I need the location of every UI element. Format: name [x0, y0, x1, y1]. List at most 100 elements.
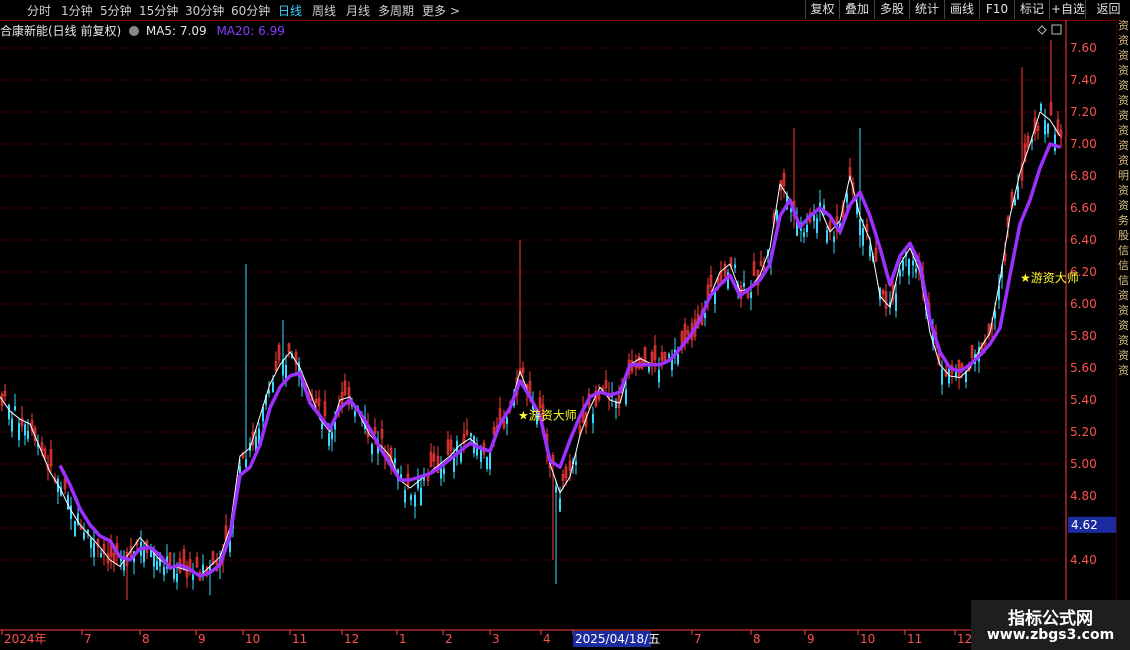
toolbar-button-8[interactable]: 返回 — [1085, 0, 1130, 19]
candle-body — [792, 200, 796, 217]
timeframe-tab-3[interactable]: 15分钟 — [139, 2, 178, 19]
toolbar-button-3[interactable]: 统计 — [909, 0, 944, 19]
candle-body — [756, 270, 760, 286]
candle-body — [192, 574, 194, 580]
candle-body — [706, 284, 710, 300]
candle-body — [835, 216, 839, 232]
x-tick-label: 7 — [694, 632, 702, 646]
sidebar-char: 股 — [1118, 229, 1129, 242]
candle-body — [983, 340, 987, 345]
sidebar-char: 资 — [1118, 304, 1129, 317]
sidebar-char: 资 — [1118, 124, 1129, 137]
sidebar-char: 资 — [1118, 364, 1129, 377]
candle-body — [150, 548, 152, 558]
candle-body — [597, 394, 601, 400]
candle-body — [406, 473, 410, 486]
y-tick-label: 7.20 — [1070, 105, 1097, 119]
timeframe-tab-2[interactable]: 5分钟 — [100, 2, 132, 19]
ma-settings-icon[interactable] — [129, 26, 140, 36]
candle-body — [380, 428, 384, 439]
candle-body — [317, 397, 321, 407]
timeframe-tab-4[interactable]: 30分钟 — [185, 2, 224, 19]
y-tick-label: 6.40 — [1070, 233, 1097, 247]
candle-body — [750, 292, 752, 299]
timeframe-tab-1[interactable]: 1分钟 — [61, 2, 93, 19]
candle-body — [125, 551, 129, 567]
toolbar-button-5[interactable]: F10 — [979, 0, 1014, 19]
candle-body — [394, 458, 396, 464]
candle-body — [307, 392, 311, 397]
candle-body — [944, 370, 948, 377]
candle-body — [265, 395, 267, 405]
candle-body — [57, 478, 59, 492]
candle-body — [480, 447, 482, 462]
candle-body — [456, 440, 458, 456]
timeframe-tab-0[interactable]: 分时 — [27, 2, 51, 19]
candle-body — [272, 382, 274, 393]
timeframe-tab-7[interactable]: 周线 — [312, 2, 336, 19]
candle-body — [40, 442, 44, 451]
toolbar-button-0[interactable]: 复权 — [805, 0, 839, 19]
y-tick-label: 7.40 — [1070, 73, 1097, 87]
candle-body — [1044, 120, 1046, 135]
toolbar-button-7[interactable]: +自选 — [1049, 0, 1086, 19]
candle-body — [79, 525, 83, 530]
toolbar-button-2[interactable]: 多股 — [874, 0, 909, 19]
candle-body — [625, 389, 627, 405]
right-info-sidebar[interactable]: 资资资资资资资资资资明资资务股信信信资资资资资资 — [1116, 20, 1130, 630]
candlestick-chart[interactable]: 7.60 7.40 7.20 7.00 6.80 6.60 6.40 6.20 6.00 5.80… — [0, 0, 1130, 650]
timeframe-tab-6[interactable]: 日线 — [278, 2, 302, 19]
sidebar-char: 资 — [1118, 184, 1129, 197]
candle-body — [841, 204, 845, 217]
candle-body — [166, 556, 168, 569]
toolbar-button-4[interactable]: 画线 — [944, 0, 979, 19]
candle-body — [634, 364, 638, 369]
timeframe-tab-5[interactable]: 60分钟 — [231, 2, 270, 19]
candle-body — [340, 392, 344, 404]
candle-body — [14, 406, 16, 411]
candle-body — [617, 395, 621, 408]
candle-body — [185, 565, 189, 578]
timeframe-tab-8[interactable]: 月线 — [346, 2, 370, 19]
candle-body — [159, 552, 161, 567]
candle-body — [432, 453, 436, 462]
candle-body — [889, 302, 891, 308]
candle-body — [304, 384, 308, 389]
ma20-line — [58, 142, 1061, 578]
window-icon — [1051, 24, 1062, 35]
candle-body — [668, 353, 670, 358]
x-tick-label: 11 — [907, 632, 922, 646]
candle-body — [637, 356, 641, 369]
candle-body — [921, 273, 925, 290]
candle-body — [87, 530, 89, 534]
candle-body — [693, 319, 697, 337]
y-tick-label: 6.60 — [1070, 201, 1097, 215]
candle-body — [714, 291, 716, 305]
candle-body — [163, 566, 165, 576]
candle-body — [690, 323, 694, 340]
candle-body — [572, 460, 574, 465]
toolbar-button-6[interactable]: 标记 — [1014, 0, 1049, 19]
candle-body — [828, 221, 832, 231]
timeframe-tab-9[interactable]: 多周期 — [378, 2, 414, 19]
candle-body — [912, 260, 914, 266]
sidebar-char: 资 — [1118, 94, 1129, 107]
candle-body — [24, 424, 26, 436]
candle-body — [874, 247, 878, 262]
candle-body — [53, 477, 57, 482]
stock-title: 合康新能(日线 前复权) — [0, 24, 122, 38]
candle-body — [879, 287, 881, 300]
candle-body — [869, 245, 871, 257]
candle-body — [135, 541, 139, 546]
toolbar-button-1[interactable]: 叠加 — [839, 0, 874, 19]
candle-body — [950, 365, 954, 374]
candle-body — [660, 352, 664, 361]
candle-body — [592, 413, 594, 424]
candle-body — [723, 264, 727, 277]
candle-body — [696, 314, 700, 329]
candle-body — [100, 553, 102, 558]
timeframe-tab-10[interactable]: 更多 > — [422, 2, 460, 19]
candle-body — [925, 304, 927, 311]
candle-body — [3, 391, 7, 397]
sidebar-char: 资 — [1118, 20, 1129, 32]
